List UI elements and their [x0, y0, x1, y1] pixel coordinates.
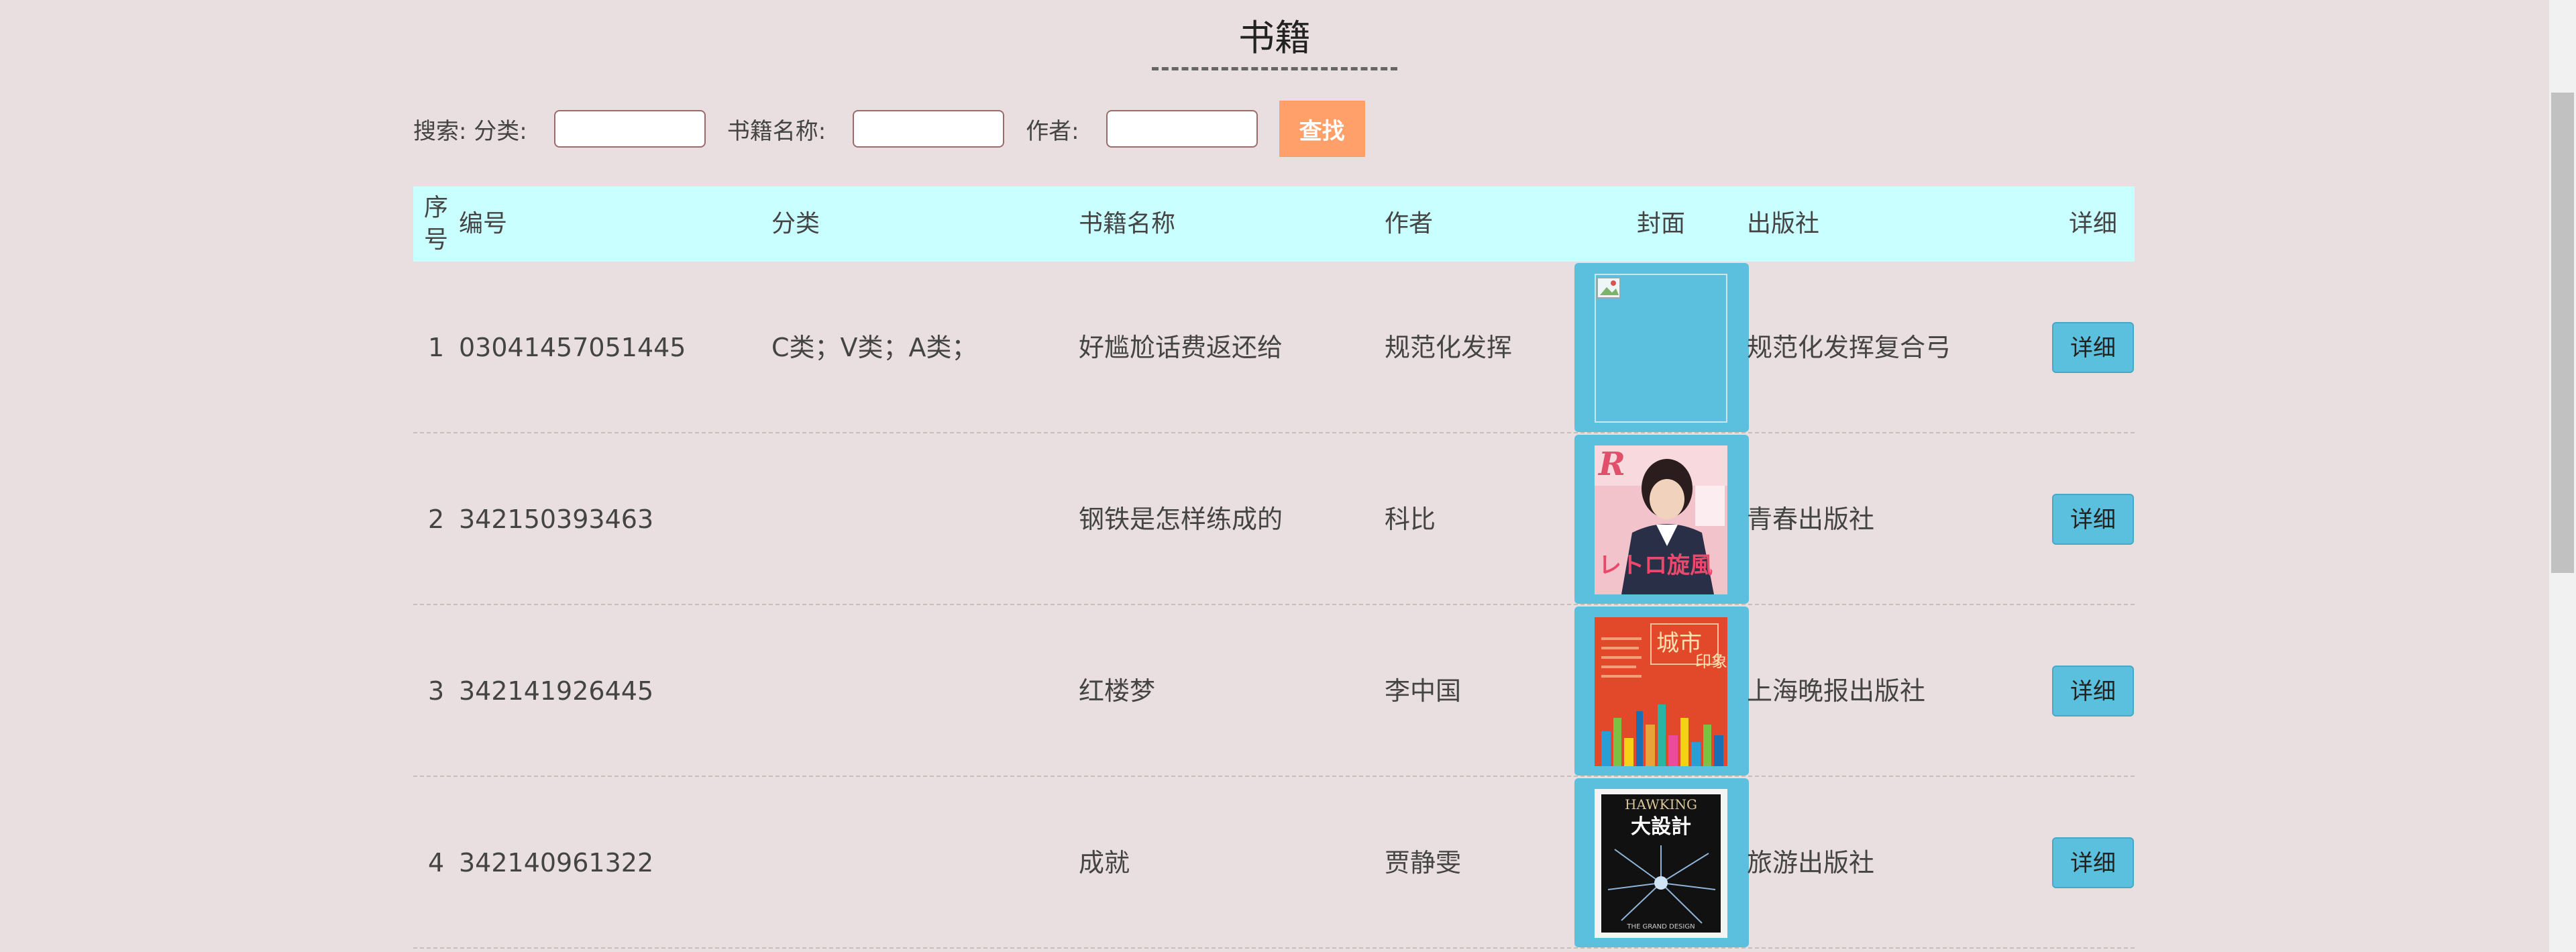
svg-text:大設計: 大設計	[1631, 815, 1691, 839]
header-code: 编号	[459, 210, 508, 237]
row-publisher: 旅游出版社	[1747, 848, 1875, 878]
row-code: 342141926445	[459, 676, 654, 706]
row-code: 03041457051445	[459, 333, 686, 362]
cover-cell: HAWKING 大設計 THE GRAND DESIGN	[1574, 778, 1749, 947]
table-row: 2 342150393463 钢铁是怎样练成的 科比 R レトロ旋風 青春出版社…	[413, 433, 2135, 605]
row-code: 342140961322	[459, 848, 654, 878]
row-author: 李中国	[1385, 676, 1462, 706]
row-name: 好尴尬话费返还给	[1079, 333, 1283, 362]
detail-button[interactable]: 详细	[2052, 494, 2134, 545]
svg-text:THE GRAND DESIGN: THE GRAND DESIGN	[1626, 923, 1695, 931]
search-category-label: 搜索: 分类:	[413, 117, 527, 145]
detail-button[interactable]: 详细	[2052, 837, 2134, 888]
row-code: 342150393463	[459, 505, 654, 534]
row-name: 钢铁是怎样练成的	[1079, 505, 1283, 534]
scrollbar-thumb[interactable]	[2551, 93, 2574, 573]
row-publisher: 规范化发挥复合弓	[1747, 333, 1951, 362]
magazine-cover-portrait: R レトロ旋風	[1595, 445, 1727, 594]
table-header: 序号 编号 分类 书籍名称 作者 封面 出版社 详细	[413, 187, 2135, 262]
city-impression-cover: 城市 印象	[1595, 617, 1727, 766]
header-author: 作者	[1385, 210, 1434, 237]
page: 书籍 搜索: 分类: 书籍名称: 作者: 查找 序号 编号 分类 书籍名称 作者…	[0, 0, 2576, 952]
header-cover: 封面	[1637, 210, 1686, 237]
book-name-input[interactable]	[853, 110, 1005, 148]
header-name: 书籍名称	[1079, 210, 1176, 237]
author-input[interactable]	[1106, 110, 1258, 148]
search-author-label: 作者:	[1026, 117, 1079, 145]
row-author: 科比	[1385, 505, 1436, 534]
category-input[interactable]	[553, 110, 706, 148]
svg-text:R: R	[1597, 445, 1625, 483]
row-seq: 2	[428, 505, 445, 534]
row-name: 成就	[1079, 848, 1130, 878]
row-seq: 1	[428, 333, 445, 362]
search-name-label: 书籍名称:	[727, 117, 826, 145]
row-seq: 3	[428, 676, 445, 706]
books-table: 序号 编号 分类 书籍名称 作者 封面 出版社 详细 1 03041457051…	[413, 187, 2135, 949]
grand-design-cover: HAWKING 大設計 THE GRAND DESIGN	[1595, 789, 1727, 938]
table-row: 4 342140961322 成就 贾静雯 HAWKING 大設計 THE GR…	[413, 777, 2135, 949]
table-row: 3 342141926445 红楼梦 李中国 城市 印象 上海晚报出版社 详细	[413, 605, 2135, 777]
search-bar: 搜索: 分类: 书籍名称: 作者: 查找	[413, 101, 1365, 157]
row-category: C类；V类；A类；	[771, 333, 977, 362]
svg-text:レトロ旋風: レトロ旋風	[1599, 552, 1713, 579]
broken-image-icon	[1595, 274, 1727, 423]
row-author: 贾静雯	[1385, 848, 1462, 878]
svg-text:印象: 印象	[1695, 652, 1727, 671]
header-publisher: 出版社	[1747, 210, 1820, 237]
page-title: 书籍	[1238, 17, 1311, 59]
row-author: 规范化发挥	[1385, 333, 1513, 362]
cover-cell: 城市 印象	[1574, 606, 1749, 776]
search-button[interactable]: 查找	[1279, 101, 1365, 157]
header-category: 分类	[771, 210, 820, 237]
header-detail: 详细	[2069, 210, 2118, 237]
detail-button[interactable]: 详细	[2052, 322, 2134, 373]
table-row: 1 03041457051445 C类；V类；A类； 好尴尬话费返还给 规范化发…	[413, 262, 2135, 433]
cover-cell	[1574, 263, 1749, 432]
svg-text:HAWKING: HAWKING	[1625, 796, 1697, 812]
row-publisher: 青春出版社	[1747, 505, 1875, 534]
header-seq: 序号	[423, 194, 448, 254]
cover-cell: R レトロ旋風	[1574, 435, 1749, 604]
row-publisher: 上海晚报出版社	[1747, 676, 1926, 706]
row-name: 红楼梦	[1079, 676, 1156, 706]
row-seq: 4	[428, 848, 445, 878]
detail-button[interactable]: 详细	[2052, 666, 2134, 717]
title-divider	[1152, 67, 1397, 70]
